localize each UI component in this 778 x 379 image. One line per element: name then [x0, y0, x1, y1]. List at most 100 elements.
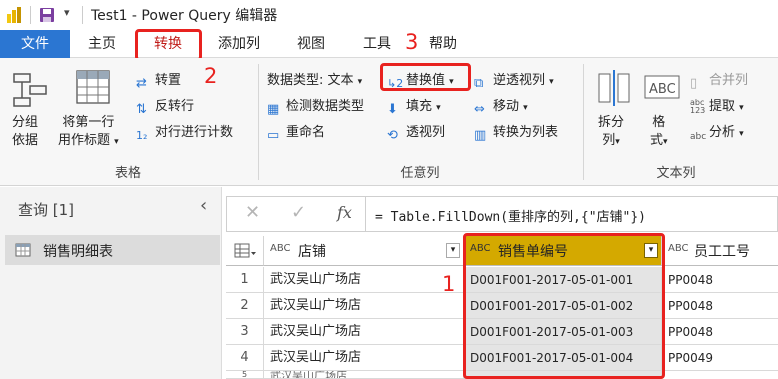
pivot-label: 透视列	[406, 125, 446, 140]
table-cell[interactable]: 武汉吴山广场店	[264, 345, 464, 371]
cancel-icon[interactable]: ✕	[245, 202, 260, 223]
group-by-icon	[13, 73, 47, 107]
use-first-row-label-2: 用作标题	[58, 133, 111, 148]
tab-file[interactable]: 文件	[0, 30, 70, 58]
use-first-row-label-1: 将第一行	[62, 115, 115, 130]
tab-tools[interactable]: 工具	[350, 30, 404, 58]
unpivot-button[interactable]: ⧉ 逆透视列 ▾	[474, 69, 554, 92]
fx-icon[interactable]: fx	[337, 203, 352, 222]
column-header-employee-id[interactable]: ABC 员工工号	[662, 236, 778, 266]
unpivot-icon: ⧉	[474, 76, 484, 91]
merge-columns-button[interactable]: ▯ 合并列	[690, 69, 748, 92]
count-rows-button[interactable]: 1₂ 对行进行计数	[136, 121, 233, 145]
grid-corner[interactable]	[226, 236, 264, 266]
chevron-down-icon: ▾	[663, 137, 668, 147]
table-cell[interactable]: PP0048	[662, 293, 778, 319]
reverse-rows-label: 反转行	[155, 99, 195, 114]
tab-help[interactable]: 帮助	[418, 30, 468, 58]
merge-label: 合并列	[709, 73, 749, 88]
to-list-label: 转换为列表	[493, 125, 559, 140]
table-cell[interactable]: 武汉吴山广场店	[264, 293, 464, 319]
transpose-icon: ⇄	[136, 76, 147, 91]
tab-home[interactable]: 主页	[74, 30, 130, 58]
parse-icon: abc	[690, 132, 707, 142]
group-by-label-1: 分组	[12, 115, 39, 130]
text-type-icon[interactable]: ABC	[270, 243, 291, 254]
detect-type-icon: ▦	[267, 102, 280, 117]
format-label-1: 格	[652, 115, 666, 130]
check-icon[interactable]: ✓	[291, 202, 306, 223]
queries-header: 查询 [1]	[18, 201, 75, 219]
reverse-rows-button[interactable]: ⇅ 反转行	[136, 95, 194, 118]
table-cell[interactable]: PP0049	[662, 345, 778, 371]
rename-button[interactable]: ▭ 重命名	[267, 121, 325, 144]
power-bi-icon	[7, 7, 21, 23]
query-item[interactable]: 销售明细表	[5, 235, 220, 265]
extract-button[interactable]: abc 123 提取 ▾	[690, 95, 744, 115]
table-cell[interactable]: 武汉吴山广场店	[264, 319, 464, 345]
row-number[interactable]: 4	[226, 345, 264, 371]
count-rows-label: 对行进行计数	[155, 125, 234, 140]
format-button[interactable]: 格 式▾	[650, 114, 668, 151]
row-number[interactable]: 1	[226, 267, 264, 293]
any-column-group-label: 任意列	[400, 166, 440, 181]
title-bar: ▾ Test1 - Power Query 编辑器	[0, 0, 778, 30]
row-number[interactable]: 2	[226, 293, 264, 319]
column-header-store[interactable]: ABC 店铺 ▾	[264, 236, 464, 266]
detect-type-label: 检测数据类型	[286, 99, 365, 114]
quick-access-dropdown-icon[interactable]: ▾	[64, 6, 70, 19]
transpose-button[interactable]: ⇄ 转置	[136, 69, 181, 92]
extract-label: 提取	[709, 99, 736, 114]
group-by-button[interactable]: 分组 依据	[12, 114, 38, 150]
svg-text:ABC: ABC	[649, 82, 676, 97]
query-item-label: 销售明细表	[43, 244, 113, 260]
transpose-label: 转置	[155, 73, 182, 88]
divider	[30, 6, 31, 24]
split-column-icon	[598, 70, 630, 106]
to-list-button[interactable]: ▥ 转换为列表	[474, 121, 558, 144]
chevron-down-icon: ▾	[739, 129, 744, 139]
fill-button[interactable]: ⬇ 填充 ▾	[387, 95, 441, 118]
row-number[interactable]: 5	[226, 371, 264, 379]
merge-columns-icon: ▯	[690, 76, 698, 91]
move-label: 移动	[493, 99, 520, 114]
parse-label: 分析	[709, 125, 736, 140]
pivot-button[interactable]: ⟲ 透视列	[387, 121, 445, 144]
split-column-button[interactable]: 拆分 列▾	[598, 114, 624, 151]
split-label-1: 拆分	[598, 115, 625, 130]
annotation-2: 2	[204, 64, 218, 88]
detect-type-button[interactable]: ▦ 检测数据类型	[267, 95, 364, 118]
text-column-group-label: 文本列	[656, 166, 696, 181]
move-button[interactable]: ⇔ 移动 ▾	[474, 95, 528, 118]
text-type-icon[interactable]: ABC	[668, 243, 689, 254]
tab-add-column[interactable]: 添加列	[206, 30, 272, 58]
table-cell[interactable]: PP0048	[662, 267, 778, 293]
filter-dropdown-icon[interactable]: ▾	[446, 243, 460, 258]
collapse-panel-icon[interactable]: ‹	[200, 195, 207, 216]
count-rows-icon: 1₂	[136, 129, 148, 142]
divider	[82, 6, 83, 24]
table-cell[interactable]: 武汉吴山广场店	[264, 267, 464, 293]
highlight-sales-no-column	[463, 233, 665, 379]
group-by-label-2: 依据	[12, 133, 39, 148]
table-cell[interactable]: 武汉吴山广场店	[264, 371, 464, 379]
parse-button[interactable]: abc 分析 ▾	[690, 121, 744, 148]
use-first-row-button[interactable]: 将第一行 用作标题 ▾	[58, 114, 119, 151]
fill-down-icon: ⬇	[387, 102, 398, 117]
rename-icon: ▭	[267, 128, 280, 143]
pivot-icon: ⟲	[387, 128, 398, 143]
group-separator	[583, 64, 584, 180]
format-icon: ABC	[644, 75, 680, 99]
tab-view[interactable]: 视图	[282, 30, 340, 58]
window-title: Test1 - Power Query 编辑器	[91, 8, 278, 24]
formula-input[interactable]: = Table.FillDown(重排序的列,{"店铺"})	[375, 206, 646, 225]
row-number[interactable]: 3	[226, 319, 264, 345]
table-cell[interactable]: PP0048	[662, 319, 778, 345]
use-first-row-icon	[76, 70, 110, 104]
split-label-2: 列	[602, 133, 616, 148]
data-type-dropdown[interactable]: 数据类型: 文本 ▾	[267, 69, 362, 88]
move-icon: ⇔	[474, 102, 485, 117]
chevron-down-icon: ▾	[549, 77, 554, 87]
chevron-down-icon: ▾	[739, 103, 744, 113]
save-icon[interactable]	[39, 7, 55, 23]
